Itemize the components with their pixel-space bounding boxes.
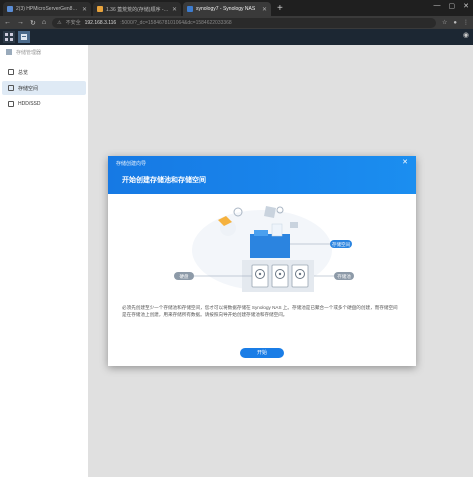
browser-tab-3[interactable]: synology7 - Synology NAS ✕ [183,2,271,16]
minimize-icon[interactable]: — [434,2,441,10]
wizard-title: 开始创建存储池和存储空间 [122,177,206,184]
tab-favicon-icon [7,6,13,12]
sidebar-item-overview[interactable]: 总览 [0,65,88,79]
disk-3 [291,264,309,288]
user-icon[interactable]: ◉ [463,31,469,39]
photo-icon [290,222,298,228]
menu-icon[interactable]: ⋮ [463,19,469,26]
tab-favicon-icon [187,6,193,12]
bookmark-star-icon[interactable]: ☆ [442,19,447,26]
sidebar-item-storage[interactable]: 存储空间 [2,81,86,95]
maximize-icon[interactable]: ▢ [449,2,456,10]
tab-label: 2(3) HPMicroServerGen8E3(... [16,6,79,12]
browser-tab-2[interactable]: 1.36 蓋荒荒的(存储)顺序 - HPMi... ✕ [93,2,181,16]
forward-icon[interactable]: → [17,19,24,26]
storage-illustration: 存储空间 存储池 硬盘 [174,206,354,292]
storage-manager-taskbar-icon[interactable] [18,31,30,43]
new-tab-icon[interactable]: + [277,2,283,16]
sidebar-item-hdd-ssd[interactable]: HDD/SSD [0,97,88,111]
app-icon [6,49,12,55]
wizard-header: 存储创建向导 ✕ 开始创建存储池和存储空间 [108,156,416,194]
sidebar-item-label: HDD/SSD [18,101,41,107]
profile-icon[interactable]: ● [453,20,457,26]
document-icon [264,206,276,218]
wizard-small-title: 存储创建向导 [116,161,147,167]
url-path: :5000/?_dc=1584678101064&dc=158462203336… [120,19,232,26]
disk-2 [271,264,289,288]
address-bar[interactable]: ⚠ 不安全 192.168.3.116:5000/?_dc=1584678101… [52,17,436,28]
tab-close-icon[interactable]: ✕ [172,6,177,13]
disk-1 [251,264,269,288]
sidebar-item-label: 总览 [18,69,29,76]
volume-label: 存储空间 [332,241,350,248]
browser-tab-1[interactable]: 2(3) HPMicroServerGen8E3(... ✕ [3,2,91,16]
reload-icon[interactable]: ↻ [30,19,36,27]
start-button[interactable]: 开始 [240,348,284,358]
close-window-icon[interactable]: ✕ [463,2,469,10]
disk-label: 硬盘 [180,273,189,280]
warning-icon: ⚠ [57,19,62,26]
tab-label: 1.36 蓋荒荒的(存储)顺序 - HPMi... [106,6,169,13]
home-icon[interactable]: ⌂ [42,19,46,26]
dsm-taskbar: ◉ [0,29,473,45]
main-menu-grid-icon[interactable] [3,31,15,43]
storage-icon [8,85,14,91]
browser-toolbar: ← → ↻ ⌂ ⚠ 不安全 192.168.3.116:5000/?_dc=15… [0,16,473,29]
tab-favicon-icon [97,6,103,12]
url-host: 192.168.3.116 [84,19,117,26]
disk-icon [8,101,14,107]
overview-icon [8,69,14,75]
sidebar-item-label: 存储空间 [18,85,39,92]
tab-label: synology7 - Synology NAS [196,6,256,12]
sidebar: 总览 存储空间 HDD/SSD [0,65,88,113]
back-icon[interactable]: ← [4,19,11,26]
tab-close-icon[interactable]: ✕ [82,6,87,13]
security-label: 不安全 [65,20,81,26]
pool-label: 存储池 [337,273,351,280]
storage-creation-wizard: 存储创建向导 ✕ 开始创建存储池和存储空间 存储空间 存储池 硬盘 必须先创建至… [108,156,416,366]
wizard-description: 必须先创建至少一个存储池和存储空间，您才可以将数据存储在 Synology NA… [122,305,398,317]
window-controls: — ▢ ✕ [434,2,470,10]
browser-tab-bar: 2(3) HPMicroServerGen8E3(... ✕ 1.36 蓋荒荒的… [0,0,473,16]
window-title: 存储管理器 [16,49,42,56]
close-icon[interactable]: ✕ [402,158,408,166]
tab-close-icon[interactable]: ✕ [262,6,267,13]
volume-box [250,234,290,258]
